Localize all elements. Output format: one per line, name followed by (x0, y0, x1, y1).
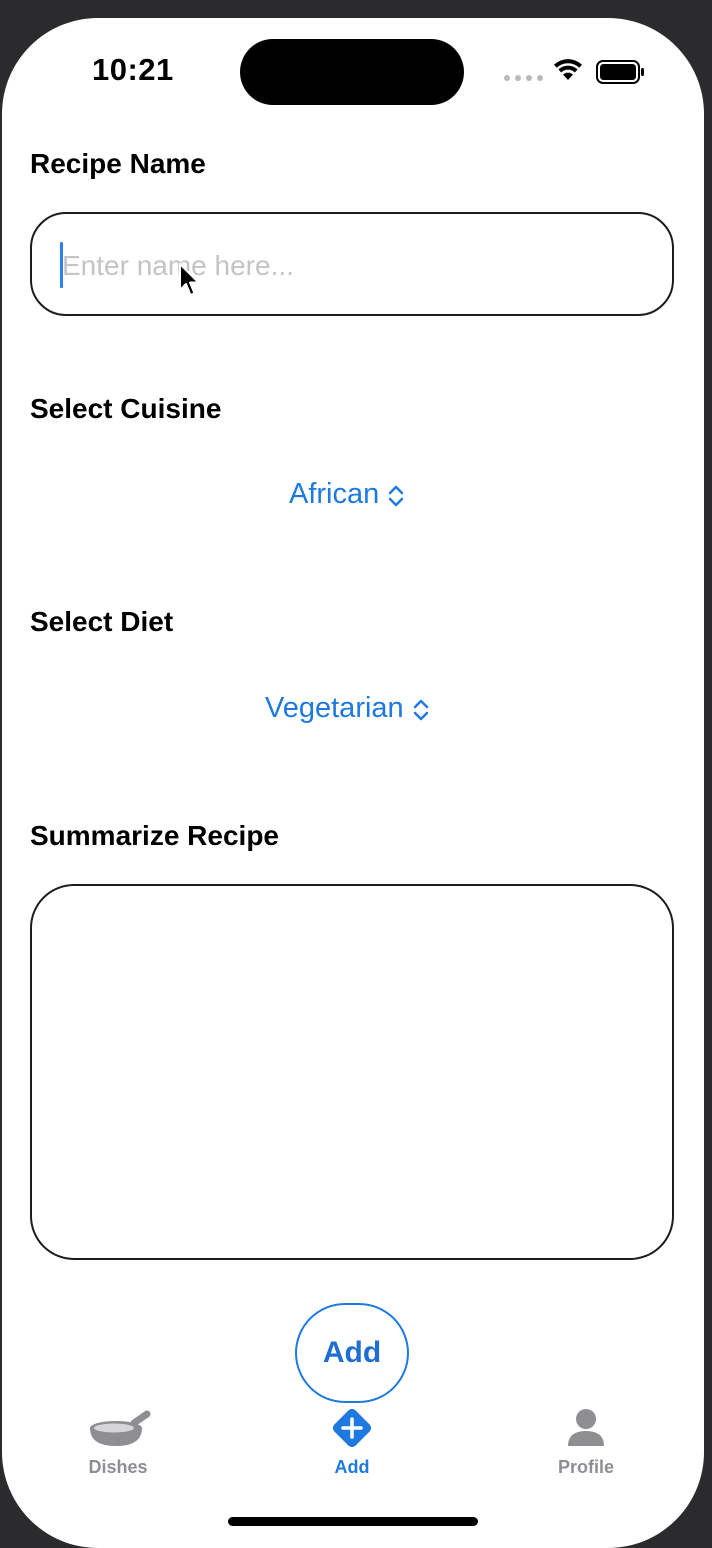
tab-dishes[interactable]: Dishes (48, 1404, 188, 1480)
recipe-summary-textarea[interactable] (30, 884, 674, 1260)
select-diet-label: Select Diet (30, 606, 174, 637)
add-recipe-button[interactable]: Add (295, 1303, 409, 1403)
recipe-name-input[interactable]: Enter name here... (30, 212, 674, 316)
tab-add-label: Add (334, 1457, 370, 1477)
diet-picker[interactable]: Vegetarian (265, 692, 430, 725)
cuisine-picker-value: African (289, 478, 380, 510)
home-indicator (228, 1517, 478, 1526)
tab-add[interactable]: Add (282, 1404, 422, 1480)
diet-picker-value: Vegetarian (265, 692, 404, 724)
tab-profile-label: Profile (557, 1457, 614, 1477)
battery-icon (596, 60, 644, 84)
cuisine-picker[interactable]: African (289, 478, 405, 511)
tab-profile[interactable]: Profile (516, 1404, 656, 1480)
chevron-up-down-icon (413, 699, 428, 720)
tab-dishes-label: Dishes (88, 1457, 148, 1477)
wifi-icon (554, 59, 582, 80)
signal-dot-icon (537, 75, 543, 81)
signal-dot-icon (526, 75, 532, 81)
select-cuisine-label: Select Cuisine (30, 393, 222, 424)
dynamic-island (240, 39, 464, 105)
status-icons (504, 58, 646, 86)
add-icon (332, 1408, 372, 1448)
signal-dot-icon (504, 75, 510, 81)
profile-icon (568, 1409, 604, 1446)
dish-icon (90, 1410, 151, 1446)
summarize-recipe-label: Summarize Recipe (30, 820, 279, 851)
recipe-name-label: Recipe Name (30, 148, 206, 179)
mouse-pointer-icon (179, 263, 200, 296)
status-time: 10:21 (92, 52, 174, 87)
signal-dot-icon (515, 75, 521, 81)
chevron-up-down-icon (389, 485, 404, 506)
